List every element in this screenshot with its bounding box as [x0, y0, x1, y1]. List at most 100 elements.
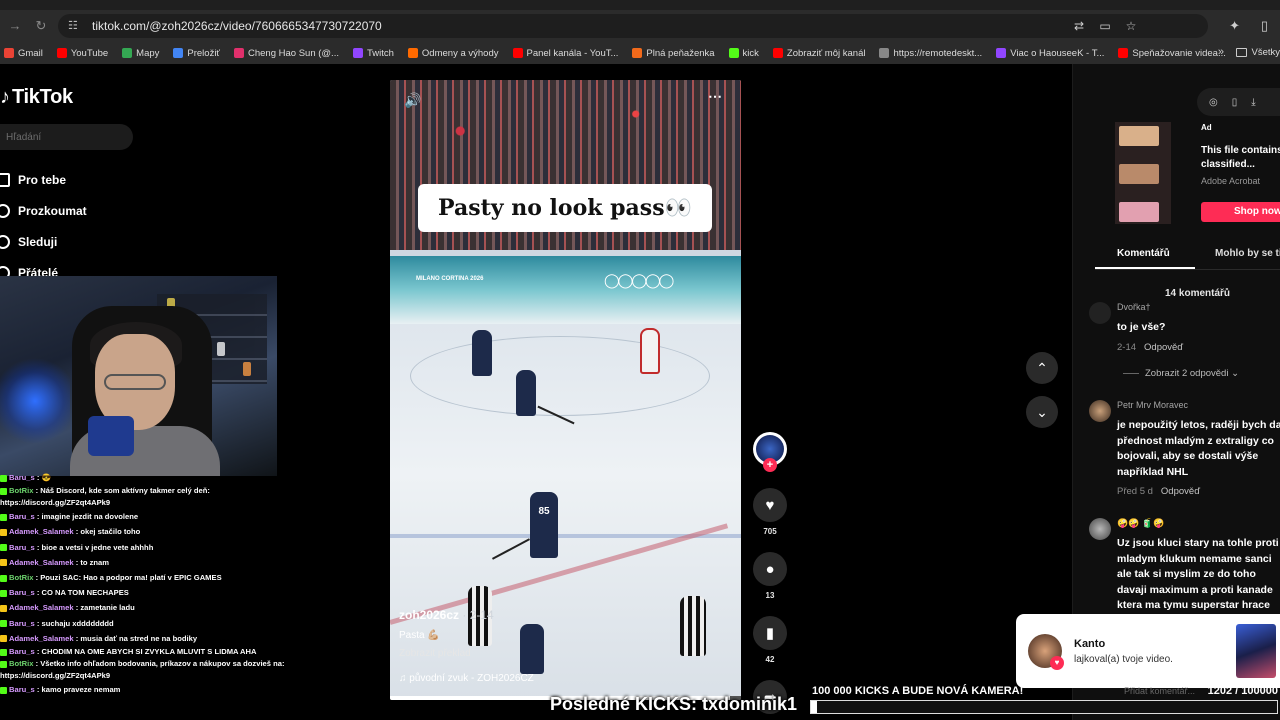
bookmark-folder-all[interactable]: Všetky [1236, 47, 1280, 58]
ad-title[interactable]: This file contains classified... [1201, 144, 1280, 172]
follow-plus-icon[interactable]: + [763, 458, 777, 472]
tiktok-logo[interactable]: ♪ TikTok [0, 86, 73, 109]
compass-icon[interactable]: ◎ [1209, 97, 1218, 108]
heart-icon: ♥ [765, 496, 775, 514]
comment-button[interactable]: ● [753, 552, 787, 586]
chat-message: Adamek_Salamek : to znam [0, 555, 300, 570]
avatar[interactable] [1089, 400, 1111, 422]
chat-username[interactable]: BotRix [9, 659, 33, 668]
like-notification[interactable]: ♥ Kanto lajkoval(a) tvoje video. [1016, 614, 1280, 688]
chat-message: Baru_s : kamo praveze nemam [0, 682, 300, 697]
bookmark-label: Plná peňaženka [646, 47, 715, 59]
chat-username[interactable]: Baru_s [9, 685, 35, 694]
bookmark-item[interactable]: Odmeny a výhody [407, 48, 499, 59]
next-video-button[interactable]: ⌄ [1026, 396, 1058, 428]
phone-icon[interactable]: ▯ [1232, 97, 1238, 108]
chat-text: : musia dať na stred ne na bodiky [73, 633, 198, 643]
reply-button[interactable]: Odpověď [1161, 486, 1200, 497]
chat-message: Baru_s : bioe a vetsi v jedne vete ahhhh [0, 540, 300, 555]
video-player[interactable]: MILANO CORTINA 2026 ◯◯◯◯◯ 85 Pasty no lo… [390, 80, 741, 700]
bookmark-item[interactable]: Twitch [352, 48, 394, 59]
avatar[interactable] [1089, 302, 1111, 324]
shop-now-button[interactable]: Shop now [1201, 202, 1280, 222]
search-input[interactable]: Hľadání [0, 124, 133, 150]
translate-icon[interactable]: ⇄ [1072, 19, 1086, 33]
notification-thumbnail [1236, 624, 1276, 678]
chat-username[interactable]: Adamek_Salamek [9, 634, 74, 643]
bookmark-item[interactable]: Panel kanála - YouT... [512, 48, 618, 59]
url-field[interactable]: ☷ tiktok.com/@zoh2026cz/video/7606665347… [58, 14, 1208, 38]
comment-user[interactable]: 🤪🤪 🧃🤪 [1117, 518, 1164, 529]
previous-video-button[interactable]: ⌃ [1026, 352, 1058, 384]
sidepanel-icon[interactable]: ▯ [1261, 18, 1268, 34]
bookmark-item[interactable]: Preložiť [173, 48, 220, 59]
show-replies-button[interactable]: Zobrazit 2 odpovědi ⌄ [1123, 368, 1239, 379]
sidebar-item-pro-tebe[interactable]: Pro tebe [0, 164, 87, 195]
action-rail: + ♥ 705 ● 13 ▮ 42 ➦ 12 [750, 432, 790, 720]
chat-text: : to znam [73, 557, 110, 567]
bookmark-icon: ▮ [765, 625, 775, 642]
bookmark-item[interactable]: Gmail [4, 48, 43, 59]
chat-message: Adamek_Salamek : zametanie ladu [0, 600, 300, 615]
chat-username[interactable]: Baru_s [9, 473, 35, 482]
bookmark-item[interactable]: kick [728, 48, 759, 59]
sidebar-item-sleduji[interactable]: Sleduji [0, 226, 87, 257]
chat-username[interactable]: Adamek_Salamek [9, 558, 74, 567]
chat-username[interactable]: Baru_s [9, 619, 35, 628]
chat-username[interactable]: Adamek_Salamek [9, 527, 74, 536]
comment-total: 14 komentářů [1165, 288, 1231, 299]
reply-button[interactable]: Odpověď [1144, 342, 1183, 353]
cast-icon[interactable]: ▭ [1098, 19, 1112, 33]
chat-badge-icon [0, 635, 7, 643]
bookmark-favicon-icon [173, 48, 184, 58]
bookmark-item[interactable]: Zobraziť môj kanál [772, 48, 865, 59]
bookmark-item[interactable]: Plná peňaženka [632, 47, 715, 59]
comment-date: Před 5 d [1117, 486, 1153, 497]
save-button[interactable]: ▮ [753, 616, 787, 650]
chat-badge-icon [0, 648, 7, 656]
video-date: · 2-14 [459, 608, 494, 622]
bookmark-item[interactable]: https://remotedeskt... [879, 48, 982, 59]
video-author[interactable]: zoh2026cz · 2-14 [399, 608, 729, 622]
more-bookmarks-icon[interactable]: » [1218, 46, 1224, 58]
chat-username[interactable]: Baru_s [9, 512, 35, 521]
tab-suggestions[interactable]: Mohlo by se ti [1215, 248, 1280, 259]
chat-username[interactable]: Baru_s [9, 588, 35, 597]
ad-brand: Adobe Acrobat [1201, 176, 1261, 186]
more-options-icon[interactable]: ⋯ [708, 88, 722, 105]
chat-username[interactable]: Adamek_Salamek [9, 603, 74, 612]
ad-thumbnails[interactable] [1115, 122, 1171, 224]
bookmark-label: https://remotedeskt... [893, 47, 983, 59]
bookmark-label: Speňažovanie videa... [1132, 47, 1226, 59]
bookmark-star-icon[interactable]: ☆ [1124, 19, 1138, 33]
chat-username[interactable]: Baru_s [9, 543, 35, 552]
chat-username[interactable]: BotRix [9, 573, 33, 582]
caption-text: Pasty no look pass👀 [438, 195, 692, 221]
hockey-stick [491, 538, 531, 560]
bookmark-item[interactable]: YouTube [56, 48, 108, 59]
bookmark-item[interactable]: Mapy [122, 48, 159, 59]
comment-user[interactable]: Petr Mrv Moravec [1117, 400, 1188, 410]
notification-message: lajkoval(a) tvoje video. [1074, 654, 1173, 665]
tab-label: Mohlo by se ti [1215, 248, 1280, 259]
extensions-icon[interactable]: ✦ [1229, 18, 1240, 34]
download-icon[interactable]: ⤓ [1251, 97, 1255, 108]
forward-icon[interactable]: → [8, 19, 22, 33]
bookmark-item[interactable]: Viac o HaouseeK - T... [996, 48, 1104, 59]
chat-username[interactable]: Baru_s [9, 647, 35, 656]
tab-comments[interactable]: Komentářů [1095, 248, 1195, 269]
chat-badge-icon [0, 660, 7, 668]
like-button[interactable]: ♥ [753, 488, 787, 522]
translate-link[interactable]: Zobrazit překlad [399, 648, 729, 659]
volume-icon[interactable]: 🔊 [404, 92, 421, 109]
avatar[interactable] [1089, 518, 1111, 540]
bookmark-item[interactable]: Cheng Hao Sun (@... [234, 48, 339, 59]
video-sound[interactable]: ♫ původní zvuk - ZOH2026CZ [399, 673, 729, 684]
chat-username[interactable]: BotRix [9, 486, 33, 495]
bookmark-item[interactable]: Speňažovanie videa... [1118, 47, 1226, 59]
site-settings-icon[interactable]: ☷ [68, 19, 82, 33]
comment-user[interactable]: Dvořka† [1117, 302, 1151, 312]
home-icon [0, 172, 10, 187]
sidebar-item-prozkoumat[interactable]: Prozkoumat [0, 195, 87, 226]
reload-icon[interactable]: ↻ [34, 19, 48, 33]
